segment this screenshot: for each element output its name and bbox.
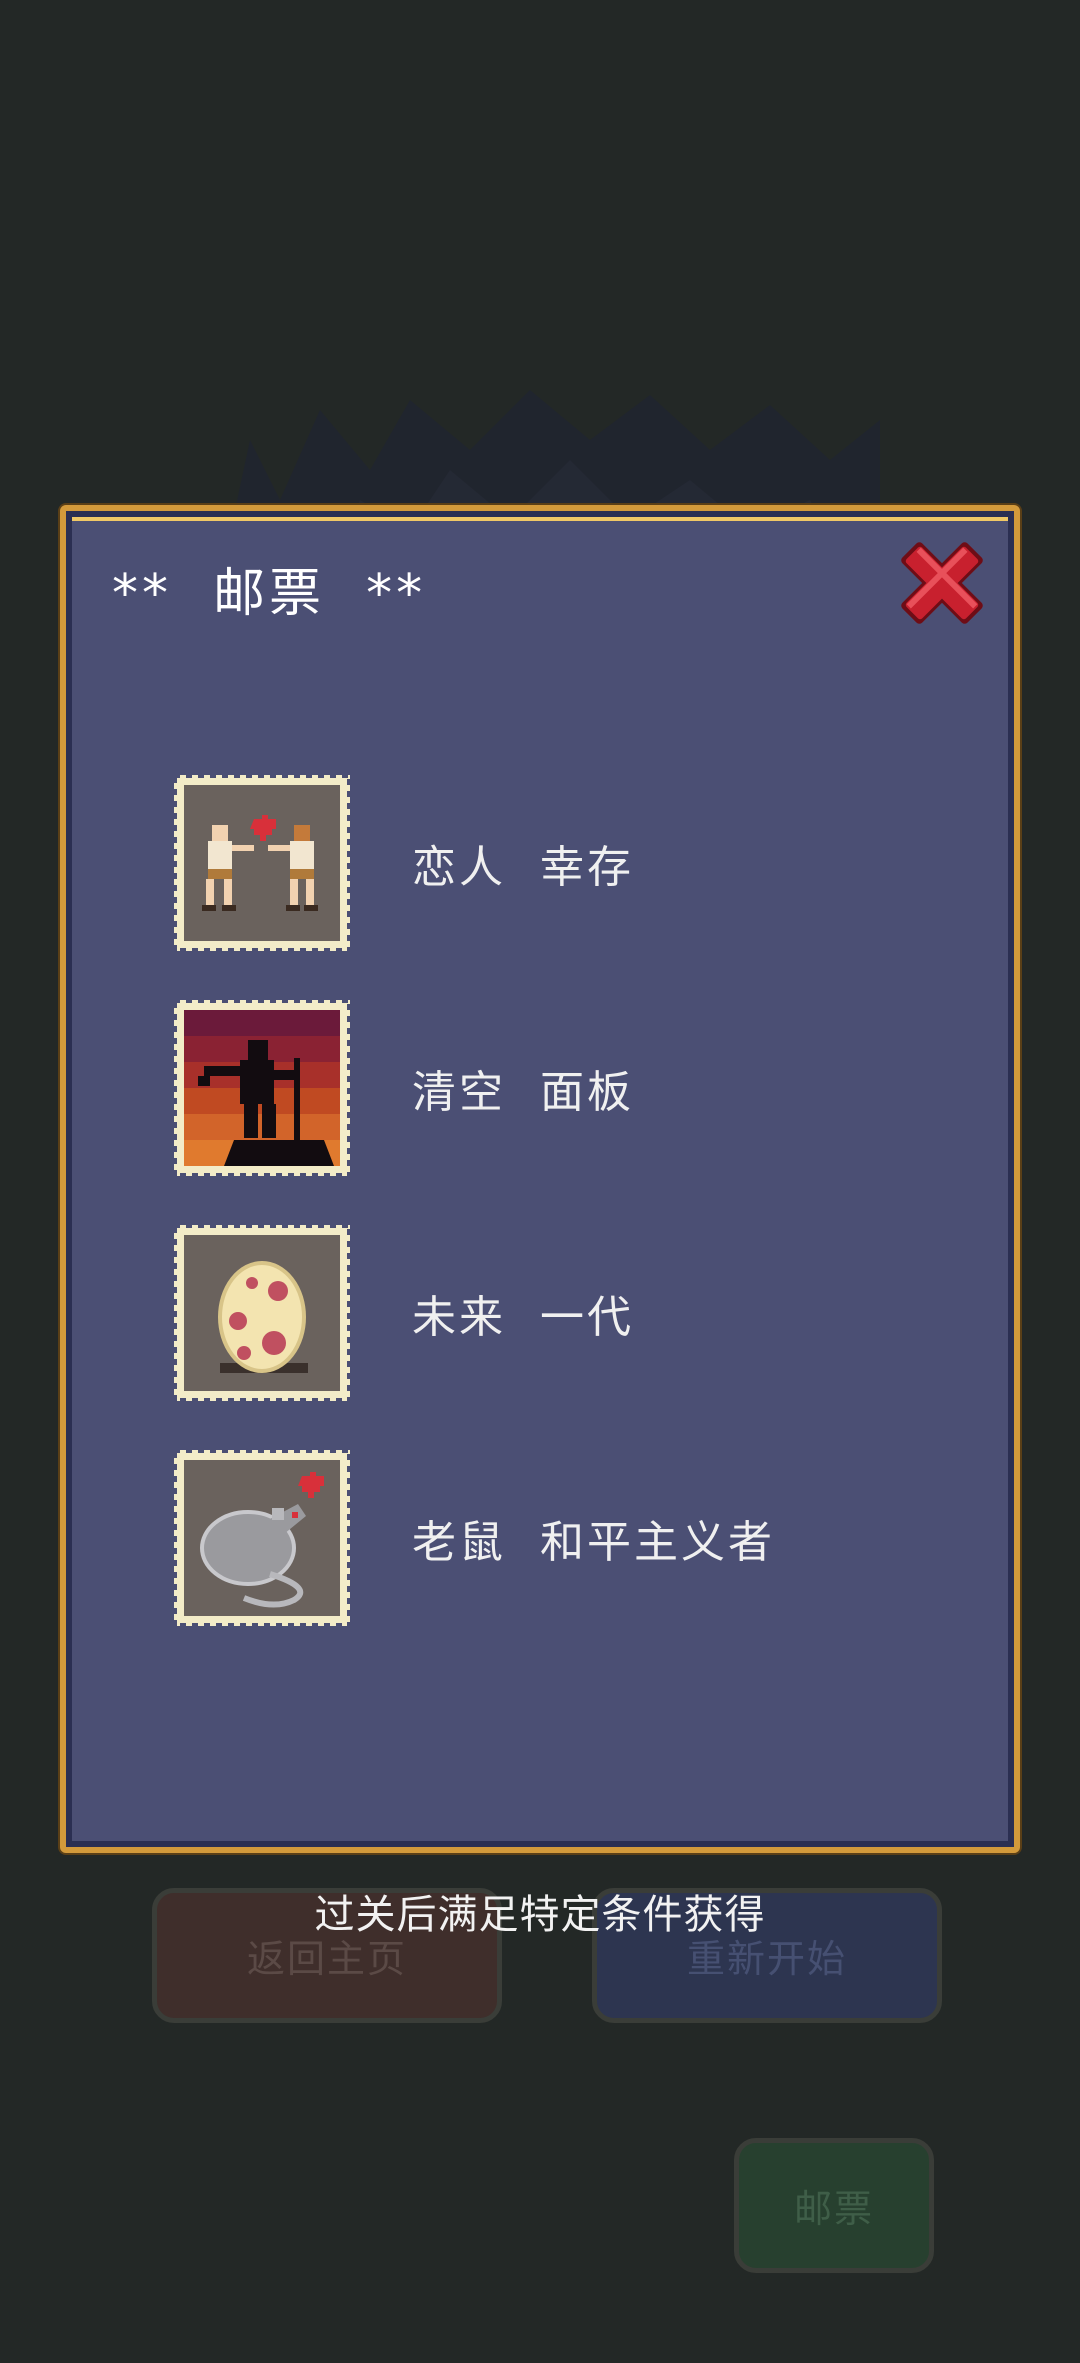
stamp-label: 老鼠 和平主义者: [412, 1517, 775, 1568]
silhouette-sword-stamp-icon: [174, 1000, 350, 1176]
stamps-dialog: ** 邮票 ** 恋人 幸存 清空 面板 未来 一代 老鼠 和平主义者: [60, 505, 1020, 1853]
stamp-row-lovers[interactable]: 恋人 幸存: [174, 775, 934, 951]
stamp-label: 恋人 幸存: [412, 842, 634, 893]
stamp-row-future-generation[interactable]: 未来 一代: [174, 1225, 934, 1401]
stamp-row-pacifist-rat[interactable]: 老鼠 和平主义者: [174, 1450, 934, 1626]
stamp-row-clear-board[interactable]: 清空 面板: [174, 1000, 934, 1176]
lovers-stamp-icon: [174, 775, 350, 951]
spotted-egg-stamp-icon: [174, 1225, 350, 1401]
unlock-hint-text: 过关后满足特定条件获得: [314, 1892, 766, 1938]
dialog-title: ** 邮票 **: [112, 564, 427, 624]
stamp-label: 清空 面板: [412, 1067, 634, 1118]
close-icon[interactable]: [892, 533, 992, 633]
stamp-label: 未来 一代: [412, 1292, 634, 1343]
stamps-button[interactable]: 邮票: [734, 2138, 934, 2273]
screen: 返回主页 重新开始 邮票 ** 邮票 ** 恋人 幸存 清空 面板 未来 一代 …: [0, 0, 1080, 2363]
rat-heart-stamp-icon: [174, 1450, 350, 1626]
